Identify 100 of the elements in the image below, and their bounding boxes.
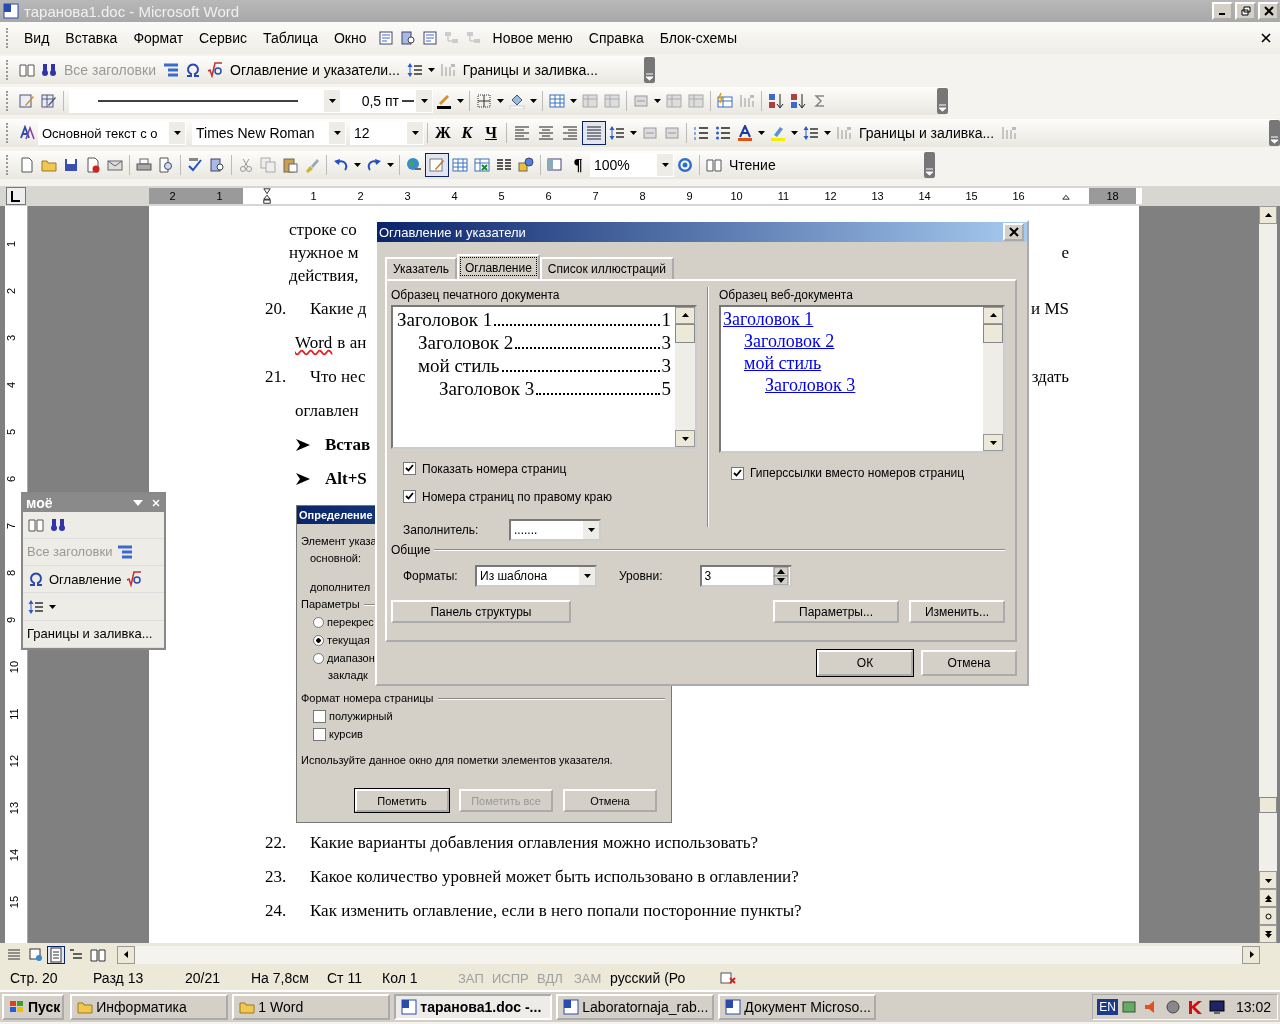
formats-dropdown[interactable]: Из шаблона xyxy=(475,565,597,587)
document-icon[interactable] xyxy=(563,999,580,1015)
levels-spinner[interactable]: 3 xyxy=(700,565,793,587)
border-color-icon[interactable] xyxy=(436,93,452,109)
scroll-left-icon[interactable] xyxy=(121,950,131,959)
save-icon[interactable] xyxy=(63,157,79,173)
scroll-up-icon[interactable] xyxy=(680,311,690,320)
new-document-icon[interactable] xyxy=(19,157,35,173)
document-icon[interactable] xyxy=(401,999,418,1015)
next-page-icon[interactable] xyxy=(1263,929,1273,939)
checkbox-label[interactable]: курсив xyxy=(329,725,363,743)
checkbox-label[interactable]: Номера страниц по правому краю xyxy=(422,488,612,505)
zoom-dropdown[interactable]: 100% xyxy=(590,153,674,177)
binoculars-icon[interactable] xyxy=(41,61,57,78)
spin-arrows-icon[interactable] xyxy=(772,567,791,585)
dialog-button[interactable]: Панель структуры xyxy=(391,600,571,623)
line-spacing-icon[interactable] xyxy=(28,598,44,615)
document-icon[interactable] xyxy=(725,999,742,1015)
close-button[interactable] xyxy=(1003,223,1024,241)
checkbox-label[interactable]: полужирный xyxy=(329,707,393,725)
line-spacing-icon[interactable] xyxy=(609,125,625,141)
paste-icon[interactable] xyxy=(282,157,298,173)
print-icon[interactable] xyxy=(136,157,152,173)
tab[interactable]: Указатель xyxy=(385,257,457,279)
restore-icon[interactable] xyxy=(1240,6,1251,16)
browse-object-icon[interactable] xyxy=(1263,911,1273,921)
hyperlink-icon[interactable] xyxy=(406,157,422,173)
windows-flag-icon[interactable] xyxy=(9,999,25,1015)
insert-table-icon[interactable] xyxy=(452,157,468,173)
antivirus-icon[interactable] xyxy=(1186,999,1203,1015)
line-spacing-icon[interactable] xyxy=(803,125,819,141)
checkbox[interactable] xyxy=(403,462,416,476)
checkbox[interactable] xyxy=(313,709,326,723)
table-autoformat-icon[interactable] xyxy=(717,93,733,109)
numbered-list-icon[interactable] xyxy=(693,125,709,141)
previous-page-icon[interactable] xyxy=(1263,893,1273,903)
checkbox[interactable] xyxy=(313,727,326,741)
radio-label[interactable]: перекрес xyxy=(327,613,374,631)
style-dropdown[interactable]: Основной текст с о xyxy=(38,121,186,145)
menu-item[interactable]: Блок-схемы xyxy=(651,30,745,46)
scroll-thumb[interactable] xyxy=(675,324,695,343)
borders-button[interactable]: Границы и заливка... xyxy=(25,626,155,642)
drawing-icon[interactable] xyxy=(518,157,534,173)
toc-preview-link[interactable]: Заголовок 1 xyxy=(723,309,814,329)
checkbox[interactable] xyxy=(403,490,416,504)
heading-levels-icon[interactable] xyxy=(117,543,134,560)
symbol-icon[interactable] xyxy=(28,571,44,588)
split-cells-icon[interactable] xyxy=(604,93,620,109)
italic-button[interactable]: К xyxy=(455,124,479,142)
radio-label[interactable]: текущая xyxy=(327,631,370,649)
formula-icon[interactable] xyxy=(207,61,223,78)
cancel-button[interactable]: Отмена xyxy=(921,650,1017,676)
menu-item[interactable]: Сервис xyxy=(191,30,256,46)
reading-view-icon[interactable] xyxy=(90,946,106,963)
font-dropdown[interactable]: Times New Roman xyxy=(192,121,346,145)
ok-button[interactable]: ОК xyxy=(817,650,913,676)
start-button[interactable]: Пуск xyxy=(2,994,65,1020)
taskbar-button[interactable]: 1 Word xyxy=(232,994,391,1020)
research-icon[interactable] xyxy=(209,157,225,173)
undo-icon[interactable] xyxy=(333,157,349,173)
leader-dropdown[interactable]: ....... xyxy=(509,519,601,542)
styles-icon[interactable] xyxy=(19,125,35,141)
menu-item[interactable]: Окно xyxy=(325,30,375,46)
taskbar-button[interactable]: Документ Microso... xyxy=(718,994,877,1020)
show-formatting-button[interactable]: ¶ xyxy=(566,155,590,175)
symbol-icon[interactable] xyxy=(185,61,201,78)
tab[interactable]: Оглавление xyxy=(456,254,540,279)
line-weight-dropdown[interactable]: 0,5 пт xyxy=(341,89,433,113)
book-icon[interactable] xyxy=(19,61,35,78)
toolbar-options-icon[interactable] xyxy=(924,152,935,178)
checkbox-label[interactable]: Показать номера страниц xyxy=(422,460,567,477)
open-folder-icon[interactable] xyxy=(41,157,57,173)
reading-button[interactable]: Чтение xyxy=(725,157,780,173)
radio-label[interactable]: диапазон xyxy=(327,649,375,667)
cell-borders-icon[interactable] xyxy=(476,93,492,109)
checkbox[interactable] xyxy=(731,466,744,480)
font-color-icon[interactable] xyxy=(737,125,753,141)
dialog-button[interactable]: Изменить... xyxy=(909,600,1005,623)
toolbar-options-icon[interactable] xyxy=(937,88,948,114)
toc-preview-link[interactable]: Заголовок 2 xyxy=(744,331,835,351)
bulleted-list-icon[interactable] xyxy=(715,125,731,141)
insert-spreadsheet-icon[interactable] xyxy=(474,157,490,173)
menu-item[interactable]: Таблица xyxy=(255,30,326,46)
cell-alignment-icon[interactable] xyxy=(633,93,649,109)
new-document-icon[interactable] xyxy=(377,30,394,46)
horizontal-scrollbar[interactable] xyxy=(117,945,1260,964)
vertical-scrollbar[interactable] xyxy=(1259,206,1277,943)
close-icon[interactable] xyxy=(1008,227,1019,237)
line-style-dropdown[interactable] xyxy=(69,89,341,113)
scroll-down-icon[interactable] xyxy=(988,438,998,447)
taskbar-button[interactable]: таранова1.doc -... xyxy=(394,994,553,1020)
tab[interactable]: Список иллюстраций xyxy=(539,257,674,279)
document-search-icon[interactable] xyxy=(399,30,416,46)
toc-button[interactable]: Оглавление xyxy=(47,571,124,587)
close-icon[interactable] xyxy=(1263,6,1274,16)
help-icon[interactable] xyxy=(677,157,693,173)
toolbar-options-icon[interactable] xyxy=(644,56,655,83)
redo-icon[interactable] xyxy=(366,157,382,173)
close-button[interactable] xyxy=(1258,2,1279,20)
book-icon[interactable] xyxy=(706,157,722,173)
